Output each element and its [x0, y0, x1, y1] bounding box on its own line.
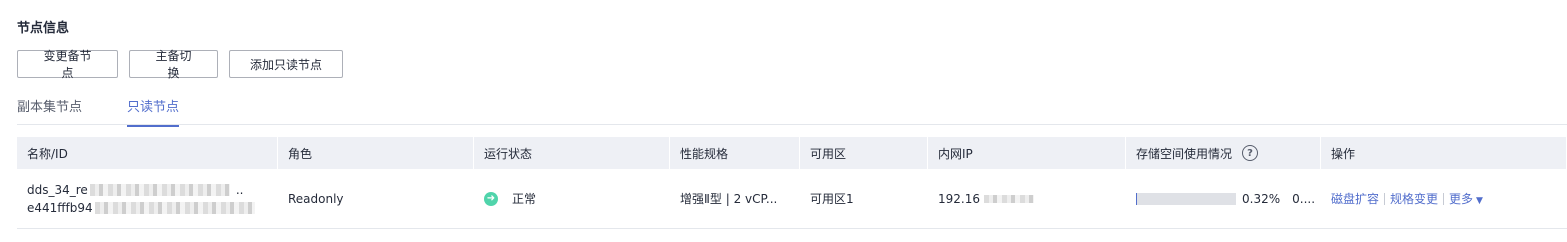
- node-name[interactable]: dds_34_re: [27, 183, 88, 197]
- storage-usage-fill: [1136, 192, 1137, 205]
- table-header: 名称/ID 角色 运行状态 性能规格 可用区 内网IP 存储空间使用情况 ? 操…: [17, 137, 1567, 169]
- expand-disk-link[interactable]: 磁盘扩容: [1331, 190, 1379, 207]
- more-dropdown[interactable]: 更多 ▼: [1449, 190, 1483, 207]
- col-name-id: 名称/ID: [17, 137, 278, 169]
- table-row: dds_34_re .. e441fffb94 Readonly ➜ 正常 增强…: [17, 169, 1567, 229]
- node-id: e441fffb94: [27, 200, 93, 215]
- storage-extra: 0....: [1292, 191, 1316, 206]
- col-storage-usage-label: 存储空间使用情况: [1136, 146, 1233, 161]
- status-text: 正常: [512, 192, 537, 206]
- storage-percent: 0.32%: [1242, 191, 1281, 206]
- col-storage-usage: 存储空间使用情况 ?: [1126, 137, 1321, 169]
- status-ok-icon: ➜: [484, 191, 498, 206]
- more-label: 更多: [1449, 192, 1474, 206]
- col-role: 角色: [278, 137, 474, 169]
- spec-cell: 增强Ⅱ型 | 2 vCP...: [680, 192, 778, 206]
- col-az: 可用区: [800, 137, 928, 169]
- actions-cell: 磁盘扩容 规格变更 更多 ▼: [1321, 169, 1567, 229]
- az-cell: 可用区1: [810, 192, 854, 206]
- section-title: 节点信息: [17, 21, 70, 36]
- col-status: 运行状态: [474, 137, 670, 169]
- tab-readonly-nodes[interactable]: 只读节点: [127, 96, 180, 127]
- private-ip: 192.16: [938, 191, 980, 206]
- help-icon[interactable]: ?: [1242, 145, 1259, 161]
- node-tabs: 副本集节点 只读节点: [17, 88, 1567, 127]
- toolbar: 变更备节点 主备切换 添加只读节点: [17, 49, 343, 80]
- tab-replica-set-nodes[interactable]: 副本集节点: [17, 96, 82, 125]
- node-name-id-cell: dds_34_re .. e441fffb94: [17, 169, 278, 229]
- switchover-button[interactable]: 主备切换: [129, 49, 218, 80]
- add-readonly-node-button[interactable]: 添加只读节点: [229, 50, 343, 78]
- chevron-down-icon: ▼: [1476, 196, 1483, 206]
- change-standby-button[interactable]: 变更备节点: [17, 49, 118, 80]
- col-spec: 性能规格: [670, 137, 800, 169]
- divider: [1443, 192, 1445, 205]
- ellipsis: ..: [235, 182, 244, 197]
- col-actions: 操作: [1321, 137, 1567, 169]
- storage-usage-bar: [1136, 192, 1236, 205]
- redacted-text: [984, 194, 1034, 203]
- storage-cell: 0.32% 0....: [1126, 169, 1321, 229]
- role-cell: Readonly: [288, 191, 344, 206]
- redacted-text: [94, 201, 255, 214]
- nodes-table: 名称/ID 角色 运行状态 性能规格 可用区 内网IP 存储空间使用情况 ? 操…: [17, 137, 1567, 229]
- redacted-text: [89, 183, 230, 196]
- change-spec-link[interactable]: 规格变更: [1390, 190, 1438, 207]
- divider: [1384, 192, 1386, 205]
- ip-cell: 192.16: [928, 169, 1126, 229]
- col-private-ip: 内网IP: [928, 137, 1126, 169]
- status-cell: ➜ 正常: [474, 169, 670, 229]
